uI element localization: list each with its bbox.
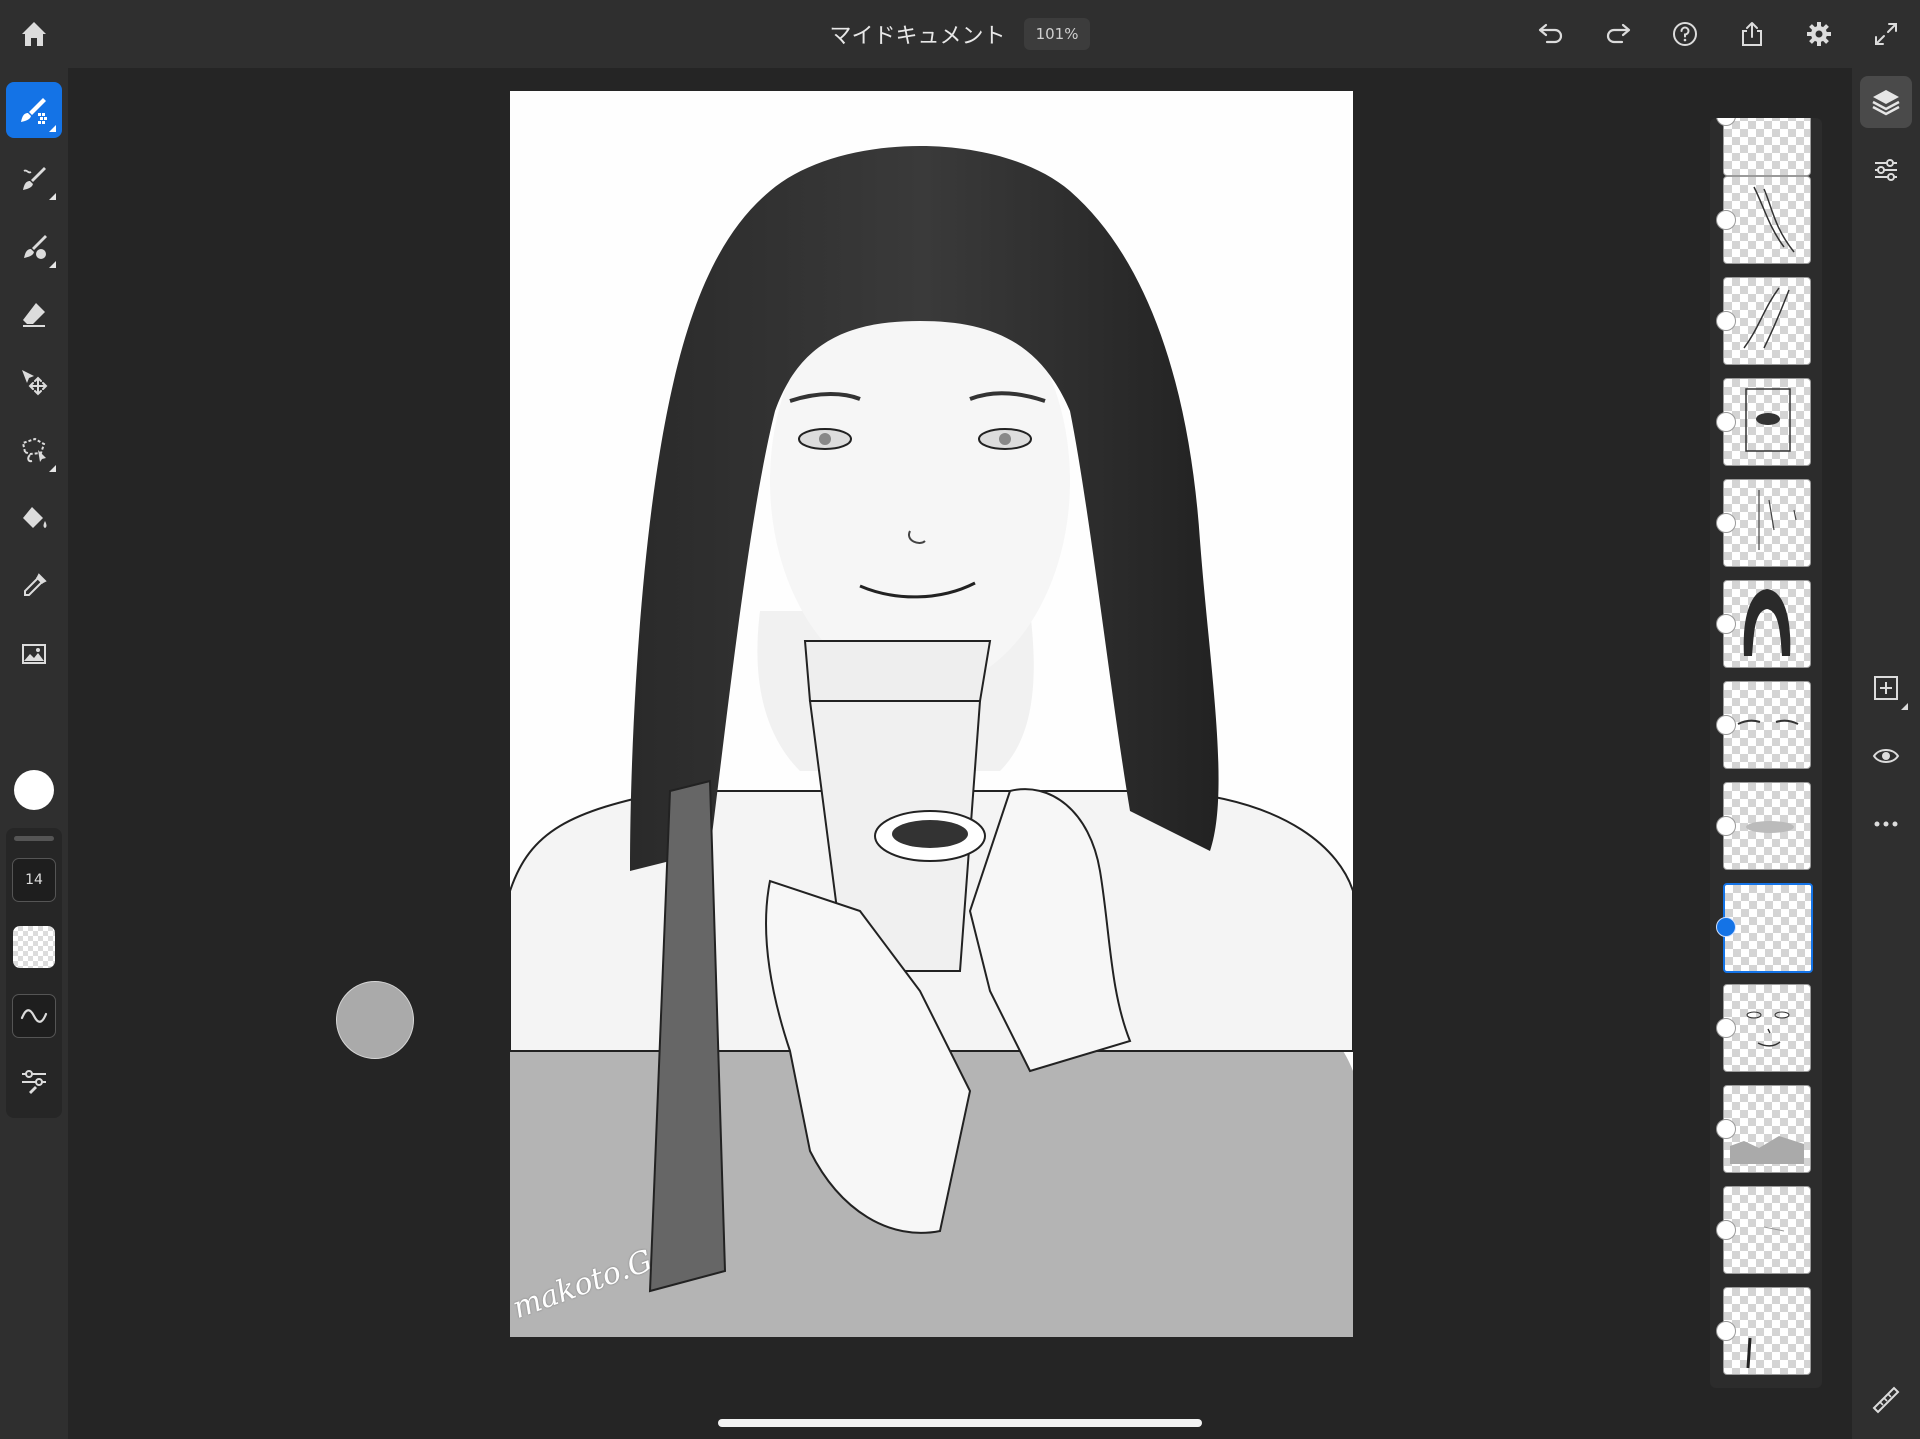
settings-icon[interactable] bbox=[1801, 16, 1837, 52]
layer-thumbnail[interactable] bbox=[1723, 277, 1811, 365]
layer-drag-handle[interactable] bbox=[1716, 614, 1736, 634]
brush-settings-button[interactable] bbox=[16, 1064, 52, 1100]
pixel-brush-icon bbox=[21, 98, 47, 124]
lasso-tool[interactable] bbox=[6, 422, 62, 478]
layer-thumbnail[interactable] bbox=[1723, 984, 1811, 1072]
smoothing-button[interactable] bbox=[12, 994, 56, 1038]
layer-thumbnail[interactable] bbox=[1723, 782, 1811, 870]
layer-thumbnail[interactable] bbox=[1723, 479, 1811, 567]
add-layer-button[interactable] bbox=[1860, 662, 1912, 714]
panel-grip[interactable] bbox=[14, 836, 54, 841]
brush-size[interactable]: 14 bbox=[12, 858, 56, 902]
fill-tool[interactable] bbox=[6, 490, 62, 546]
visibility-icon bbox=[1872, 749, 1900, 763]
eyedropper-icon bbox=[24, 573, 47, 596]
add-layer-icon bbox=[1874, 676, 1898, 700]
color-swatch[interactable] bbox=[14, 770, 54, 810]
home-indicator[interactable] bbox=[718, 1419, 1202, 1427]
layer-thumbnail[interactable] bbox=[1723, 681, 1811, 769]
layer-drag-handle[interactable] bbox=[1716, 1119, 1736, 1139]
layer-thumbnail[interactable] bbox=[1723, 378, 1811, 466]
artwork bbox=[510, 146, 1353, 1337]
more-options-button[interactable] bbox=[1860, 798, 1912, 850]
brush-opacity[interactable] bbox=[13, 926, 55, 968]
layer-drag-handle[interactable] bbox=[1716, 715, 1736, 735]
layer-thumbnail[interactable] bbox=[1723, 580, 1811, 668]
layer-drag-handle[interactable] bbox=[1716, 816, 1736, 836]
layer-drag-handle[interactable] bbox=[1716, 513, 1736, 533]
layers-button[interactable] bbox=[1860, 76, 1912, 128]
home-icon[interactable] bbox=[16, 16, 52, 52]
image-icon bbox=[22, 644, 46, 664]
brush-properties-panel: 14 bbox=[6, 828, 62, 1118]
eyedropper-tool[interactable] bbox=[6, 558, 62, 614]
share-icon[interactable] bbox=[1734, 16, 1770, 52]
layer-thumbnail[interactable] bbox=[1723, 1186, 1811, 1274]
lasso-icon bbox=[21, 437, 46, 463]
pixel-brush-tool[interactable] bbox=[6, 82, 62, 138]
top-bar: マイドキュメント 101% bbox=[0, 0, 1920, 68]
zoom-level[interactable]: 101% bbox=[1023, 18, 1091, 50]
layer-drag-handle[interactable] bbox=[1716, 311, 1736, 331]
layers-icon bbox=[1872, 90, 1900, 116]
layer-drag-handle[interactable] bbox=[1716, 412, 1736, 432]
layer-drag-handle[interactable] bbox=[1716, 210, 1736, 230]
layer-thumbnail[interactable] bbox=[1723, 1287, 1811, 1375]
touch-shortcut-button[interactable] bbox=[336, 981, 414, 1059]
move-icon bbox=[22, 370, 48, 396]
layers-panel bbox=[1710, 118, 1822, 1388]
layer-thumbnail[interactable] bbox=[1723, 118, 1811, 176]
right-rail bbox=[1852, 68, 1920, 1439]
layer-drag-handle[interactable] bbox=[1716, 1018, 1736, 1038]
ruler-button[interactable] bbox=[1860, 1374, 1912, 1426]
visibility-button[interactable] bbox=[1860, 730, 1912, 782]
layer-drag-handle[interactable] bbox=[1716, 1321, 1736, 1341]
place-image-tool[interactable] bbox=[6, 626, 62, 682]
top-actions bbox=[1533, 0, 1920, 68]
live-brush-tool[interactable] bbox=[6, 150, 62, 206]
add-layer-menu-indicator bbox=[1901, 703, 1908, 710]
more-icon bbox=[1874, 821, 1898, 827]
move-tool[interactable] bbox=[6, 354, 62, 410]
mixer-brush-tool[interactable] bbox=[6, 218, 62, 274]
document-title[interactable]: マイドキュメント bbox=[830, 18, 1006, 50]
adjustments-icon bbox=[1875, 159, 1897, 181]
mixer-brush-icon bbox=[24, 235, 47, 259]
adjustments-button[interactable] bbox=[1860, 144, 1912, 196]
layer-thumbnail-selected[interactable] bbox=[1723, 883, 1813, 973]
layer-thumbnail[interactable] bbox=[1723, 176, 1811, 264]
tool-bar: 14 bbox=[0, 68, 68, 1439]
help-icon[interactable] bbox=[1667, 16, 1703, 52]
live-brush-icon bbox=[23, 167, 46, 190]
layer-drag-handle[interactable] bbox=[1716, 1220, 1736, 1240]
layer-thumbnail[interactable] bbox=[1723, 1085, 1811, 1173]
drawing-canvas[interactable]: makoto.G bbox=[510, 91, 1353, 1337]
redo-icon[interactable] bbox=[1600, 16, 1636, 52]
undo-icon[interactable] bbox=[1533, 16, 1569, 52]
brush-settings-icon bbox=[22, 1070, 46, 1094]
eraser-tool[interactable] bbox=[6, 286, 62, 342]
fullscreen-icon[interactable] bbox=[1868, 16, 1904, 52]
layer-drag-handle-selected[interactable] bbox=[1716, 917, 1736, 937]
ruler-icon bbox=[1872, 1386, 1900, 1414]
eraser-icon bbox=[23, 303, 45, 327]
smoothing-icon bbox=[20, 1009, 48, 1023]
paint-bucket-icon bbox=[23, 507, 47, 528]
